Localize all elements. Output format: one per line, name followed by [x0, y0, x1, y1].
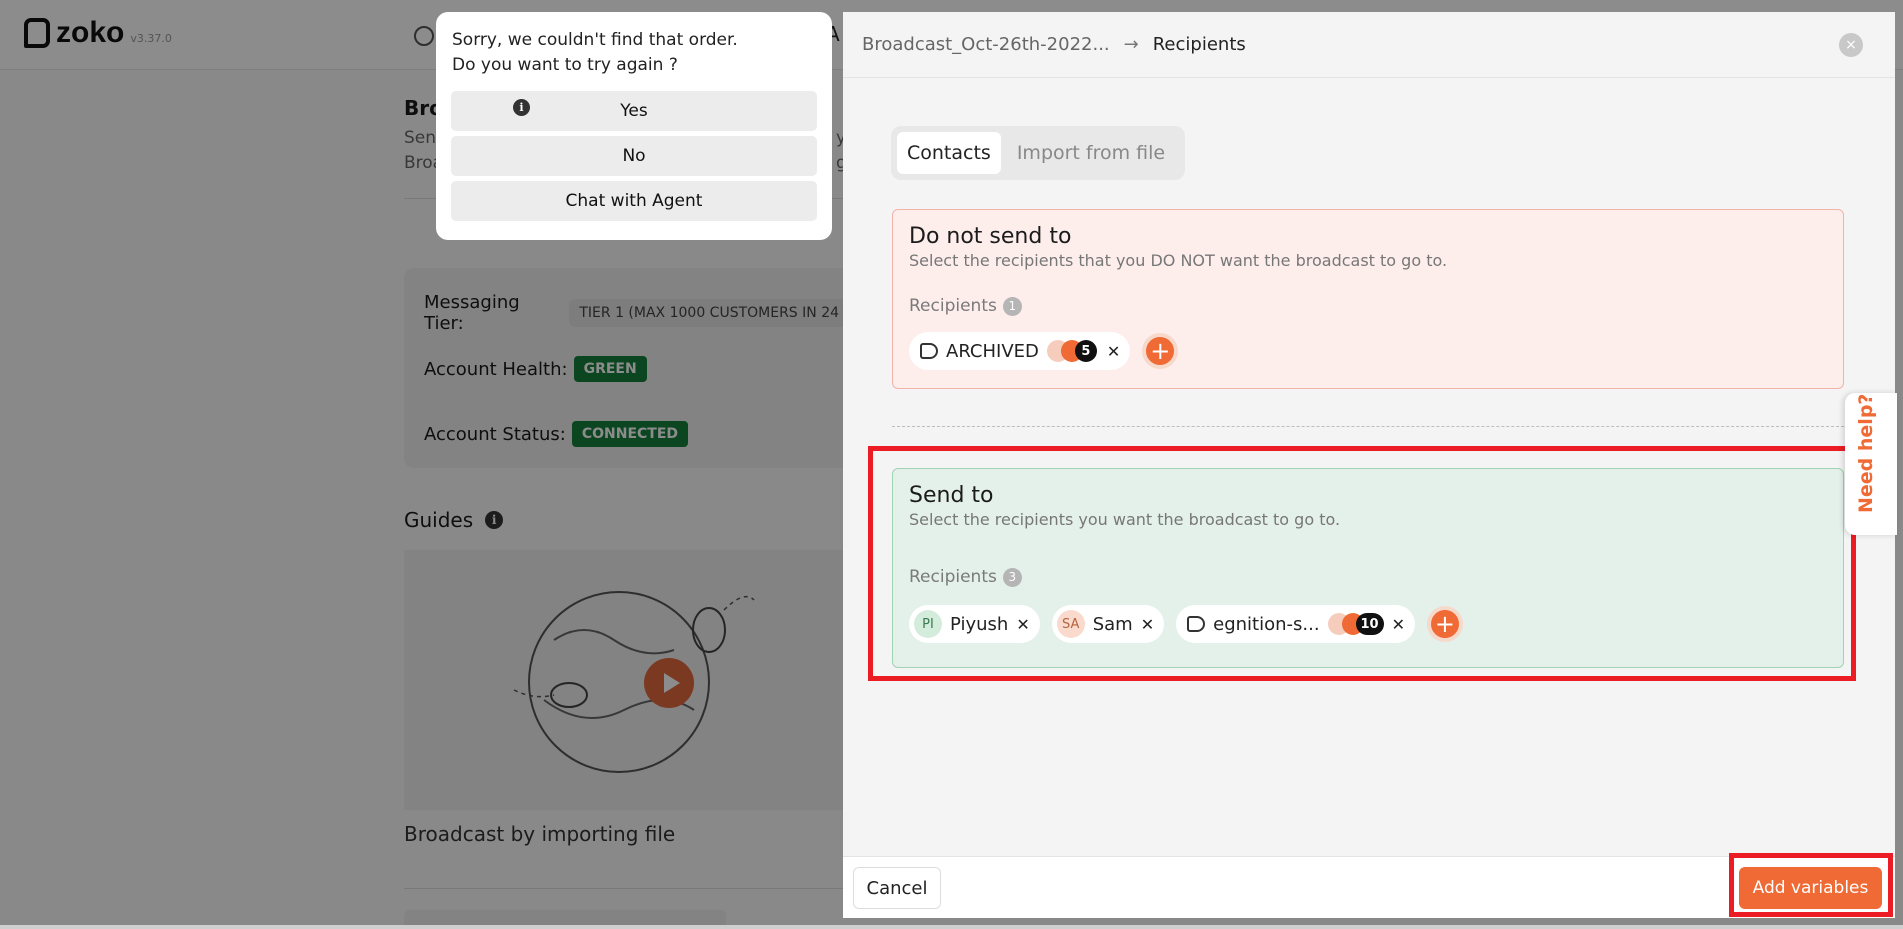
info-icon: i — [513, 99, 530, 116]
member-avatars: 5 — [1046, 340, 1099, 362]
chip-label: ARCHIVED — [946, 340, 1039, 362]
close-icon[interactable]: × — [1839, 33, 1863, 57]
recipient-chip-archived[interactable]: ARCHIVED 5 ✕ — [909, 332, 1131, 370]
need-help-tab[interactable]: Need help? — [1845, 393, 1897, 535]
breadcrumb-broadcast[interactable]: Broadcast_Oct-26th-2022... — [862, 34, 1110, 55]
add-recipient-button[interactable]: + — [1142, 333, 1179, 369]
member-count: 5 — [1074, 340, 1097, 362]
recipients-label: Recipients — [909, 296, 997, 316]
highlight-send-to — [868, 446, 1856, 681]
chatbot-no-label: No — [622, 146, 646, 166]
chatbot-no-button[interactable]: No — [451, 136, 817, 176]
cancel-button[interactable]: Cancel — [853, 867, 941, 909]
highlight-add-variables — [1729, 853, 1893, 917]
breadcrumb: Broadcast_Oct-26th-2022... → Recipients … — [843, 12, 1895, 78]
tag-icon — [920, 343, 938, 359]
chatbot-agent-label: Chat with Agent — [565, 191, 703, 211]
recipient-source-tabs: Contacts Import from file — [891, 126, 1185, 180]
do-not-send-panel: Do not send to Select the recipients tha… — [892, 209, 1844, 389]
arrow-right-icon: → — [1123, 34, 1139, 55]
breadcrumb-recipients: Recipients — [1152, 34, 1246, 55]
chatbot-popup: Sorry, we couldn't find that order. Do y… — [436, 12, 832, 240]
window-bottom-edge — [0, 925, 1903, 929]
chatbot-yes-button[interactable]: i Yes — [451, 91, 817, 131]
chatbot-message-line2: Do you want to try again ? — [452, 55, 678, 75]
tab-contacts[interactable]: Contacts — [897, 132, 1001, 174]
chatbot-chat-with-agent-button[interactable]: Chat with Agent — [451, 181, 817, 221]
section-divider — [892, 426, 1844, 427]
do-not-send-recipients-label: Recipients 1 — [909, 296, 1022, 316]
tab-import-from-file[interactable]: Import from file — [1007, 132, 1175, 174]
chatbot-yes-label: Yes — [620, 101, 648, 121]
need-help-label: Need help? — [1855, 393, 1877, 513]
chatbot-message-line1: Sorry, we couldn't find that order. — [452, 30, 738, 50]
recipients-count-badge: 1 — [1002, 296, 1022, 316]
do-not-send-chips: ARCHIVED 5 ✕ + — [909, 332, 1179, 370]
do-not-send-description: Select the recipients that you DO NOT wa… — [909, 251, 1448, 270]
do-not-send-title: Do not send to — [909, 224, 1072, 249]
remove-icon[interactable]: ✕ — [1107, 342, 1120, 361]
